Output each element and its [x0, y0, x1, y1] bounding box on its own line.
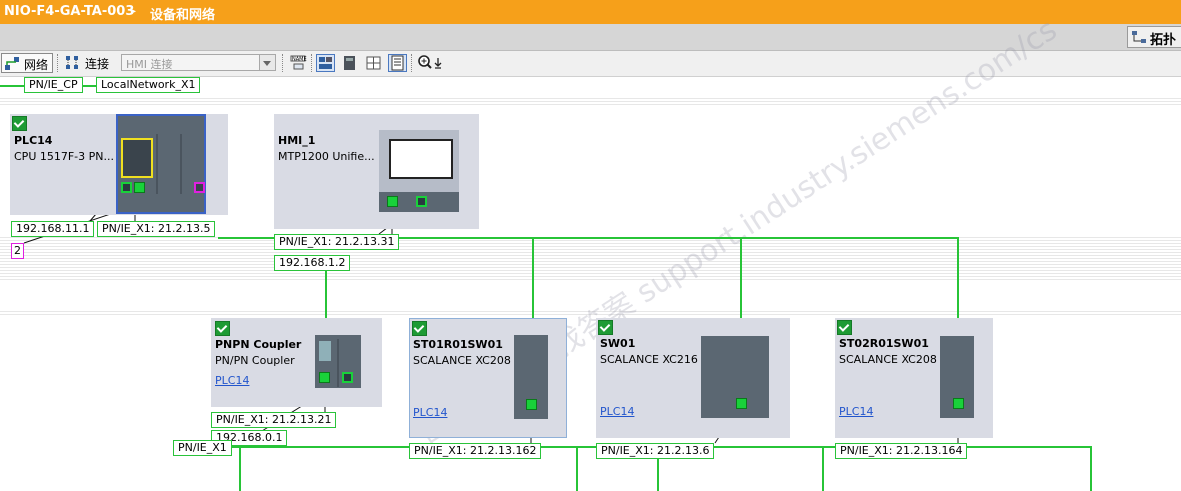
toolbar-separator — [311, 54, 314, 72]
table-view-button[interactable] — [316, 54, 335, 72]
port-icon[interactable] — [736, 398, 747, 409]
grid-icon — [366, 56, 381, 70]
module-icon — [344, 56, 355, 70]
module-button[interactable] — [340, 54, 359, 72]
device-link[interactable]: PLC14 — [413, 406, 447, 419]
status-ok-icon — [412, 321, 427, 336]
device-type: MTP1200 Unifie... — [278, 150, 375, 163]
breadcrumb-separator: ▸ — [131, 6, 137, 17]
section-title: 设备和网络 — [150, 8, 216, 23]
device-type: CPU 1517F-3 PN... — [14, 150, 114, 163]
connections-button[interactable]: 连接 — [63, 53, 115, 73]
chevron-down-icon[interactable] — [259, 55, 275, 70]
topology-view-icon — [1132, 31, 1146, 43]
device-name: PNPN Coupler — [215, 338, 302, 351]
device-name: PLC14 — [14, 134, 53, 147]
device-type: PN/PN Coupler — [215, 354, 295, 367]
status-ok-icon — [598, 320, 613, 335]
table-view-icon — [319, 57, 332, 69]
port-icon[interactable] — [134, 182, 145, 193]
toolbar-separator — [411, 54, 414, 72]
status-ok-icon — [215, 321, 230, 336]
hmi1-pnie-label[interactable]: PN/IE_X1: 21.2.13.31 — [274, 234, 400, 250]
port-icon[interactable] — [342, 372, 353, 383]
port-icon[interactable] — [953, 398, 964, 409]
network-view-icon — [5, 57, 19, 70]
topology-view-tab[interactable]: 拓扑 — [1127, 26, 1181, 48]
coupler-module[interactable] — [315, 335, 361, 388]
coupler-pnie-label[interactable]: PN/IE_X1: 21.2.13.21 — [211, 412, 337, 428]
network-button-label: 网络 — [24, 58, 49, 72]
port-icon[interactable] — [121, 182, 132, 193]
plc14-device[interactable]: PLC14 CPU 1517F-3 PN... — [10, 114, 228, 215]
switch-module[interactable] — [701, 336, 769, 418]
switch-module[interactable] — [514, 335, 548, 419]
port-icon[interactable] — [416, 196, 427, 207]
topology-canvas[interactable]: 西门子工业 找答案 support.industry.siemens.com/c… — [0, 12, 1181, 491]
hmi1-device[interactable]: HMI_1 MTP1200 Unifie... — [274, 114, 479, 229]
plc14-ip-label[interactable]: 192.168.11.1 — [11, 221, 95, 237]
port-icon[interactable] — [526, 399, 537, 410]
port-icon[interactable] — [319, 372, 330, 383]
st01-pnie-label[interactable]: PN/IE_X1: 21.2.13.162 — [409, 443, 542, 459]
sw01-device[interactable]: SW01 SCALANCE XC216 PLC14 — [596, 318, 790, 438]
device-name: ST01R01SW01 — [413, 338, 503, 351]
connection-type-value: HMI 连接 — [126, 58, 173, 71]
device-name: ST02R01SW01 — [839, 337, 929, 350]
hmi1-ip-label[interactable]: 192.168.1.2 — [274, 255, 351, 271]
sw01-pnie-label[interactable]: PN/IE_X1: 21.2.13.6 — [596, 443, 715, 459]
zoom-button[interactable] — [416, 54, 450, 72]
hmi-panel[interactable] — [379, 130, 459, 212]
st02-device[interactable]: ST02R01SW01 SCALANCE XC208 PLC14 — [835, 318, 993, 438]
address-display-icon: NAME — [290, 55, 307, 70]
zoom-icon — [418, 55, 442, 69]
connections-button-label: 连接 — [85, 57, 110, 71]
st02-pnie-label[interactable]: PN/IE_X1: 21.2.13.164 — [835, 443, 968, 459]
toolbar-separator — [57, 54, 60, 72]
device-type: SCALANCE XC216 — [600, 353, 698, 366]
device-type: SCALANCE XC208 — [413, 354, 511, 367]
device-link[interactable]: PLC14 — [600, 405, 634, 418]
address-display-button[interactable]: NAME — [289, 54, 308, 72]
page-break-icon — [391, 55, 404, 71]
network-button[interactable]: 网络 — [1, 53, 53, 73]
switch-module[interactable] — [940, 336, 974, 418]
page-break-button[interactable] — [388, 54, 407, 72]
toolbar-separator — [282, 54, 285, 72]
svg-text:NAME: NAME — [292, 57, 307, 63]
device-link[interactable]: PLC14 — [215, 374, 249, 387]
status-ok-icon — [837, 320, 852, 335]
connection-type-select[interactable]: HMI 连接 — [121, 54, 276, 71]
grid-button[interactable] — [364, 54, 383, 72]
project-name[interactable]: NIO-F4-GA-TA-003 — [4, 4, 134, 19]
title-bar: NIO-F4-GA-TA-003 ▸ 设备和网络 — [0, 0, 1181, 24]
port-icon[interactable] — [387, 196, 398, 207]
connections-icon — [66, 56, 78, 69]
port-icon[interactable] — [194, 182, 205, 193]
cpu-module[interactable] — [116, 114, 206, 214]
device-name: HMI_1 — [278, 134, 316, 147]
coupler-device[interactable]: PNPN Coupler PN/PN Coupler PLC14 — [211, 318, 382, 407]
plc14-pnie-label[interactable]: PN/IE_X1: 21.2.13.5 — [97, 221, 216, 237]
status-ok-icon — [12, 116, 27, 131]
device-link[interactable]: PLC14 — [839, 405, 873, 418]
coupler-pnie-x1-label[interactable]: PN/IE_X1 — [173, 440, 232, 456]
st01-device[interactable]: ST01R01SW01 SCALANCE XC208 PLC14 — [409, 318, 567, 438]
device-name: SW01 — [600, 337, 636, 350]
device-type: SCALANCE XC208 — [839, 353, 937, 366]
topology-view-label: 拓扑 — [1150, 33, 1177, 48]
plc14-badge[interactable]: 2 — [11, 243, 24, 259]
